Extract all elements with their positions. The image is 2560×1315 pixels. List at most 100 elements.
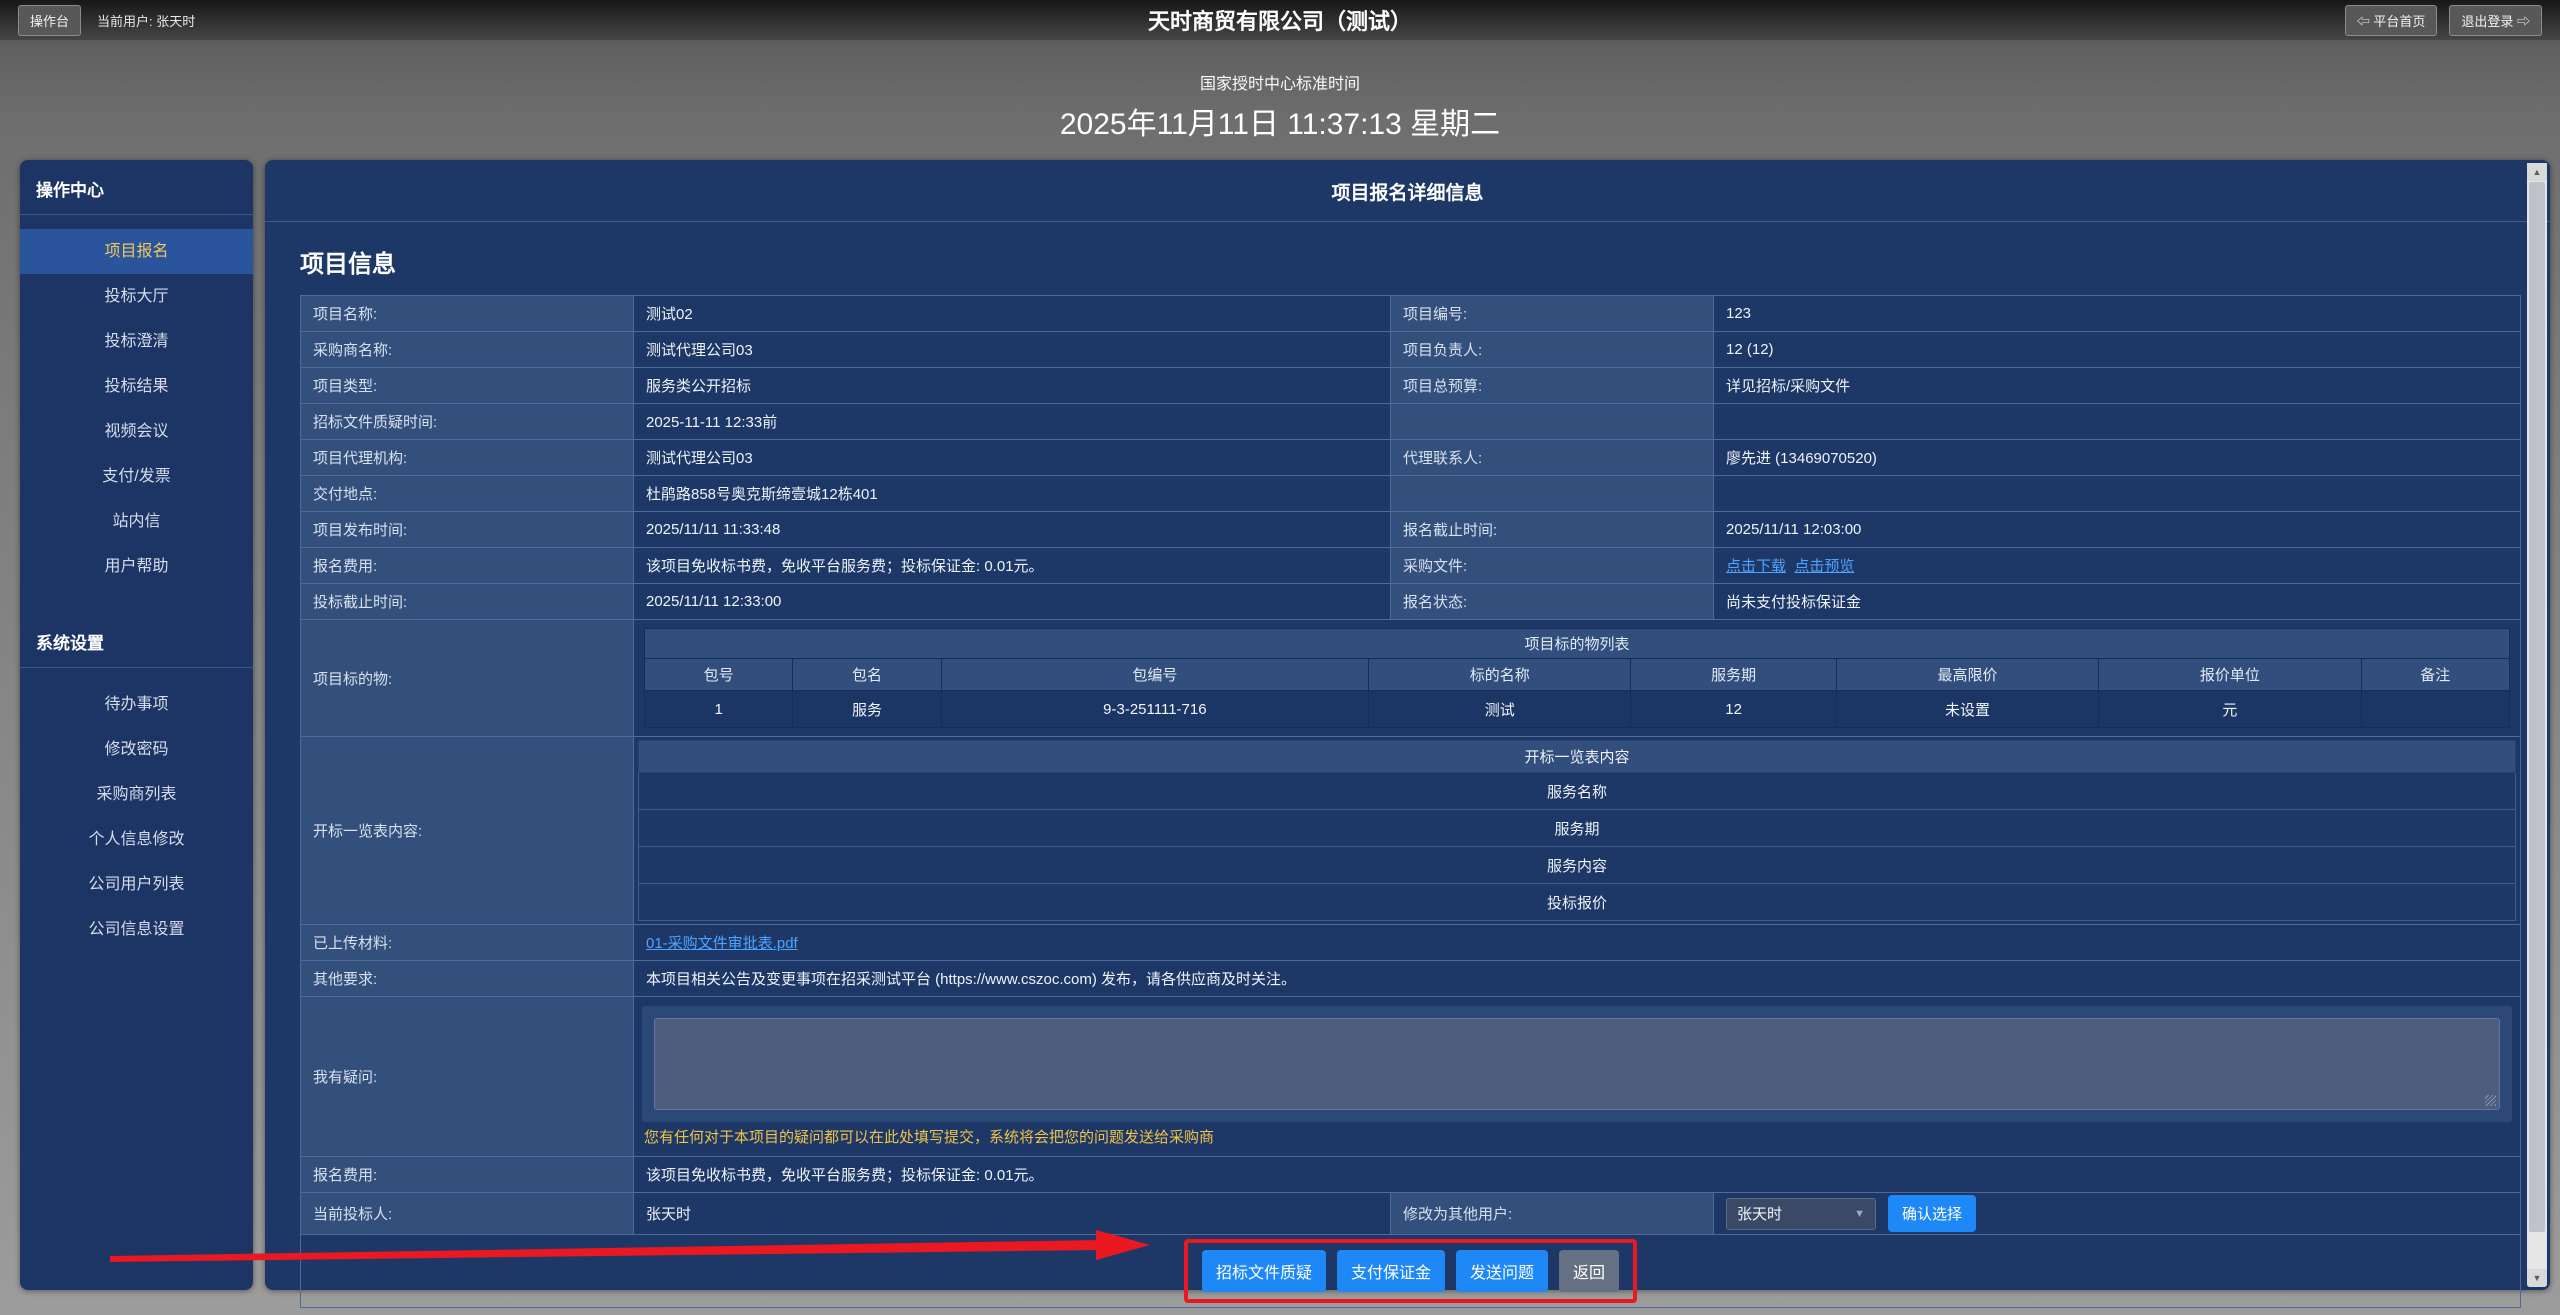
field-label: 项目负责人: bbox=[1391, 332, 1714, 368]
field-label: 采购商名称: bbox=[301, 332, 634, 368]
subject-data-row: 1 服务 9-3-251111-716 测试 12 未设置 元 bbox=[645, 691, 2510, 728]
company-title: 天时商贸有限公司（测试） bbox=[0, 4, 2560, 36]
table-row: 招标文件质疑时间: 2025-11-11 12:33前 bbox=[301, 404, 2521, 440]
sidebar-item-company-users[interactable]: 公司用户列表 bbox=[20, 862, 253, 907]
project-info-table: 项目名称: 测试02 项目编号: 123 采购商名称: 测试代理公司03 项目负… bbox=[300, 295, 2521, 1308]
signup-status-value: 尚未支付投标保证金 bbox=[1714, 584, 2521, 620]
field-value: 服务类公开招标 bbox=[634, 368, 1391, 404]
opening-list-item: 服务期 bbox=[639, 810, 2516, 847]
bidder-controls-cell: 张天时 ▼ 确认选择 bbox=[1714, 1193, 2521, 1235]
sidebar-item-company-info[interactable]: 公司信息设置 bbox=[20, 907, 253, 952]
actions-cell: 招标文件质疑 支付保证金 发送问题 返回 bbox=[301, 1235, 2521, 1308]
sidebar-group-system-settings: 系统设置 bbox=[20, 613, 253, 668]
column-header: 报价单位 bbox=[2099, 659, 2361, 691]
field-value: 2025-11-11 12:33前 bbox=[634, 404, 1391, 440]
field-label: 项目代理机构: bbox=[301, 440, 634, 476]
field-label: 报名状态: bbox=[1391, 584, 1714, 620]
sidebar-item-change-password[interactable]: 修改密码 bbox=[20, 727, 253, 772]
scrollbar-thumb[interactable] bbox=[2529, 182, 2545, 1232]
field-label: 其他要求: bbox=[301, 961, 634, 997]
cell-package-code: 9-3-251111-716 bbox=[941, 691, 1368, 728]
fee-value: 该项目免收标书费，免收平台服务费；投标保证金: 0.01元。 bbox=[634, 1157, 2521, 1193]
field-value bbox=[1714, 476, 2521, 512]
question-textarea[interactable] bbox=[654, 1018, 2500, 1110]
field-label: 修改为其他用户: bbox=[1391, 1193, 1714, 1235]
opening-list-table: 开标一览表内容 服务名称 服务期 服务内容 投标报价 bbox=[638, 740, 2516, 921]
column-header: 包号 bbox=[645, 659, 793, 691]
logout-button[interactable]: 退出登录 ⇨ bbox=[2449, 5, 2542, 36]
back-button[interactable]: 返回 bbox=[1559, 1250, 1619, 1292]
question-hint: 您有任何对于本项目的疑问都可以在此处填写提交，系统将会把您的问题发送给采购商 bbox=[644, 1126, 2510, 1147]
sidebar-item-personal-info[interactable]: 个人信息修改 bbox=[20, 817, 253, 862]
column-header: 包名 bbox=[793, 659, 941, 691]
scroll-up-icon[interactable]: ▲ bbox=[2527, 163, 2547, 181]
field-value: 测试代理公司03 bbox=[634, 332, 1391, 368]
platform-home-button[interactable]: ⇦ 平台首页 bbox=[2345, 5, 2438, 36]
question-textarea-wrap bbox=[642, 1006, 2512, 1122]
table-row: 交付地点: 杜鹃路858号奥克斯缔壹城12栋401 bbox=[301, 476, 2521, 512]
cell-remark bbox=[2361, 691, 2509, 728]
vertical-scrollbar[interactable]: ▲ ▼ bbox=[2527, 163, 2547, 1287]
table-row: 项目发布时间: 2025/11/11 11:33:48 报名截止时间: 2025… bbox=[301, 512, 2521, 548]
sidebar-item-project-signup[interactable]: 项目报名 bbox=[20, 229, 253, 274]
uploaded-file-link[interactable]: 01-采购文件审批表.pdf bbox=[646, 935, 798, 952]
user-select-value: 张天时 bbox=[1737, 1203, 1782, 1224]
sidebar-item-purchaser-list[interactable]: 采购商列表 bbox=[20, 772, 253, 817]
challenge-doc-button[interactable]: 招标文件质疑 bbox=[1202, 1250, 1326, 1292]
sidebar-item-todo[interactable]: 待办事项 bbox=[20, 682, 253, 727]
table-row: 采购商名称: 测试代理公司03 项目负责人: 12 (12) bbox=[301, 332, 2521, 368]
column-header: 服务期 bbox=[1631, 659, 1836, 691]
sidebar-item-bid-result[interactable]: 投标结果 bbox=[20, 364, 253, 409]
table-row-bidder: 当前投标人: 张天时 修改为其他用户: 张天时 ▼ 确认选择 bbox=[301, 1193, 2521, 1235]
pay-deposit-button[interactable]: 支付保证金 bbox=[1337, 1250, 1445, 1292]
table-row-fee: 报名费用: 该项目免收标书费，免收平台服务费；投标保证金: 0.01元。 bbox=[301, 1157, 2521, 1193]
sidebar-item-site-message[interactable]: 站内信 bbox=[20, 499, 253, 544]
column-header: 备注 bbox=[2361, 659, 2509, 691]
sidebar: 操作中心 项目报名 投标大厅 投标澄清 投标结果 视频会议 支付/发票 站内信 … bbox=[20, 160, 253, 1290]
console-button[interactable]: 操作台 bbox=[18, 5, 81, 36]
current-datetime: 2025年11月11日 11:37:13 星期二 bbox=[0, 99, 2560, 143]
field-label: 项目名称: bbox=[301, 296, 634, 332]
sidebar-item-video-meeting[interactable]: 视频会议 bbox=[20, 409, 253, 454]
cell-subject-name: 测试 bbox=[1369, 691, 1631, 728]
table-row: 投标截止时间: 2025/11/11 12:33:00 报名状态: 尚未支付投标… bbox=[301, 584, 2521, 620]
table-row-other-req: 其他要求: 本项目相关公告及变更事项在招采测试平台 (https://www.c… bbox=[301, 961, 2521, 997]
sidebar-item-bidding-hall[interactable]: 投标大厅 bbox=[20, 274, 253, 319]
current-bidder-value: 张天时 bbox=[634, 1193, 1391, 1235]
main-panel: 项目报名详细信息 项目信息 项目名称: 测试02 项目编号: 123 采购商名称… bbox=[265, 160, 2550, 1290]
field-label: 投标截止时间: bbox=[301, 584, 634, 620]
subject-table-title: 项目标的物列表 bbox=[645, 629, 2510, 659]
field-label bbox=[1391, 476, 1714, 512]
chevron-down-icon: ▼ bbox=[1854, 1208, 1865, 1220]
send-question-button[interactable]: 发送问题 bbox=[1456, 1250, 1548, 1292]
scroll-down-icon[interactable]: ▼ bbox=[2527, 1269, 2547, 1287]
standard-time-block: 国家授时中心标准时间 2025年11月11日 11:37:13 星期二 bbox=[0, 70, 2560, 143]
other-req-value: 本项目相关公告及变更事项在招采测试平台 (https://www.cszoc.c… bbox=[634, 961, 2521, 997]
sidebar-item-payment-invoice[interactable]: 支付/发票 bbox=[20, 454, 253, 499]
field-label: 采购文件: bbox=[1391, 548, 1714, 584]
cell-max-price: 未设置 bbox=[1836, 691, 2098, 728]
table-row: 项目代理机构: 测试代理公司03 代理联系人: 廖先进 (13469070520… bbox=[301, 440, 2521, 476]
column-header: 最高限价 bbox=[1836, 659, 2098, 691]
download-doc-link[interactable]: 点击下载 bbox=[1726, 558, 1786, 575]
field-label: 项目总预算: bbox=[1391, 368, 1714, 404]
opening-list-item: 服务内容 bbox=[639, 847, 2516, 884]
subject-table-cell: 项目标的物列表 包号 包名 包编号 标的名称 服务期 最高限价 报价单位 备注 … bbox=[634, 620, 2521, 737]
table-row-uploaded: 已上传材料: 01-采购文件审批表.pdf bbox=[301, 925, 2521, 961]
opening-list-title: 开标一览表内容 bbox=[639, 741, 2516, 773]
table-row-subject: 项目标的物: 项目标的物列表 包号 包名 包编号 标的名称 服务期 最高限价 报… bbox=[301, 620, 2521, 737]
field-value: 2025/11/11 12:33:00 bbox=[634, 584, 1391, 620]
user-select-dropdown[interactable]: 张天时 ▼ bbox=[1726, 1198, 1876, 1230]
section-title-project-info: 项目信息 bbox=[300, 244, 2550, 279]
cell-package-name: 服务 bbox=[793, 691, 941, 728]
table-row: 项目名称: 测试02 项目编号: 123 bbox=[301, 296, 2521, 332]
sidebar-item-user-help[interactable]: 用户帮助 bbox=[20, 544, 253, 589]
confirm-select-button[interactable]: 确认选择 bbox=[1888, 1195, 1976, 1232]
preview-doc-link[interactable]: 点击预览 bbox=[1794, 558, 1854, 575]
field-label: 项目编号: bbox=[1391, 296, 1714, 332]
table-row-actions: 招标文件质疑 支付保证金 发送问题 返回 bbox=[301, 1235, 2521, 1308]
field-label: 报名费用: bbox=[301, 548, 634, 584]
sidebar-group-operation-center: 操作中心 bbox=[20, 160, 253, 215]
top-bar: 操作台 当前用户: 张天时 天时商贸有限公司（测试） ⇦ 平台首页 退出登录 ⇨ bbox=[0, 0, 2560, 40]
sidebar-item-bid-clarification[interactable]: 投标澄清 bbox=[20, 319, 253, 364]
